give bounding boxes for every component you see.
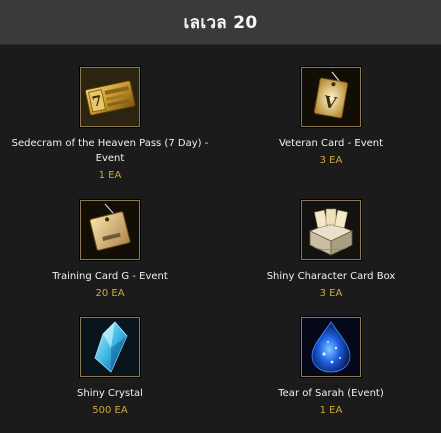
level-header: เลเวล 20 [0,0,441,45]
reward-item-shiny-crystal[interactable]: Shiny Crystal 500 EA [5,317,215,418]
reward-item-heaven-pass[interactable]: 7 Sedecram of the Heaven Pass (7 Day) - … [5,67,215,183]
item-quantity: 1 EA [319,405,343,416]
item-name: Shiny Character Card Box [266,271,396,282]
level-title: เลเวล 20 [183,12,258,33]
item-quantity: 1 EA [98,170,122,181]
item-name: Training Card G - Event [52,271,168,282]
card-box-icon[interactable] [301,200,361,260]
reward-item-card-box[interactable]: Shiny Character Card Box 3 EA [226,200,436,301]
item-quantity: 20 EA [95,288,125,299]
veteran-card-icon[interactable]: V [301,67,361,127]
training-card-icon[interactable] [80,200,140,260]
item-name-cont: Event [95,153,125,164]
item-quantity: 3 EA [319,288,343,299]
reward-item-veteran-card[interactable]: V Veteran Card - Event 3 EA [226,67,436,168]
blue-crystal-icon[interactable] [80,317,140,377]
item-quantity: 3 EA [319,155,343,166]
reward-grid: 7 Sedecram of the Heaven Pass (7 Day) - … [0,45,441,433]
item-name: Tear of Sarah (Event) [278,388,384,399]
item-name: Shiny Crystal [77,388,143,399]
blue-tear-gem-icon[interactable] [301,317,361,377]
reward-item-training-card[interactable]: Training Card G - Event 20 EA [5,200,215,301]
item-quantity: 500 EA [92,405,128,416]
reward-item-tear-of-sarah[interactable]: Tear of Sarah (Event) 1 EA [226,317,436,418]
item-name: Veteran Card - Event [278,138,384,149]
golden-pass-ticket-icon[interactable]: 7 [80,67,140,127]
item-name: Sedecram of the Heaven Pass (7 Day) - [11,138,209,149]
